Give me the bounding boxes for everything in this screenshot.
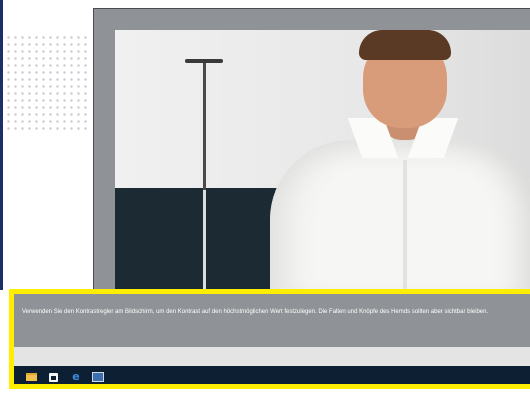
highlight-frame [9, 289, 530, 389]
left-edge-accent [0, 0, 3, 290]
contrast-test-photo [115, 30, 530, 290]
photo-hair [359, 30, 451, 60]
photo-shirt-placket [403, 160, 407, 290]
photo-pole-cap [185, 59, 223, 63]
photo-white-shirt [270, 140, 530, 290]
decorative-dot-grid [5, 34, 90, 134]
desktop-background-panel [0, 0, 93, 290]
photo-pole-lower [203, 190, 206, 290]
